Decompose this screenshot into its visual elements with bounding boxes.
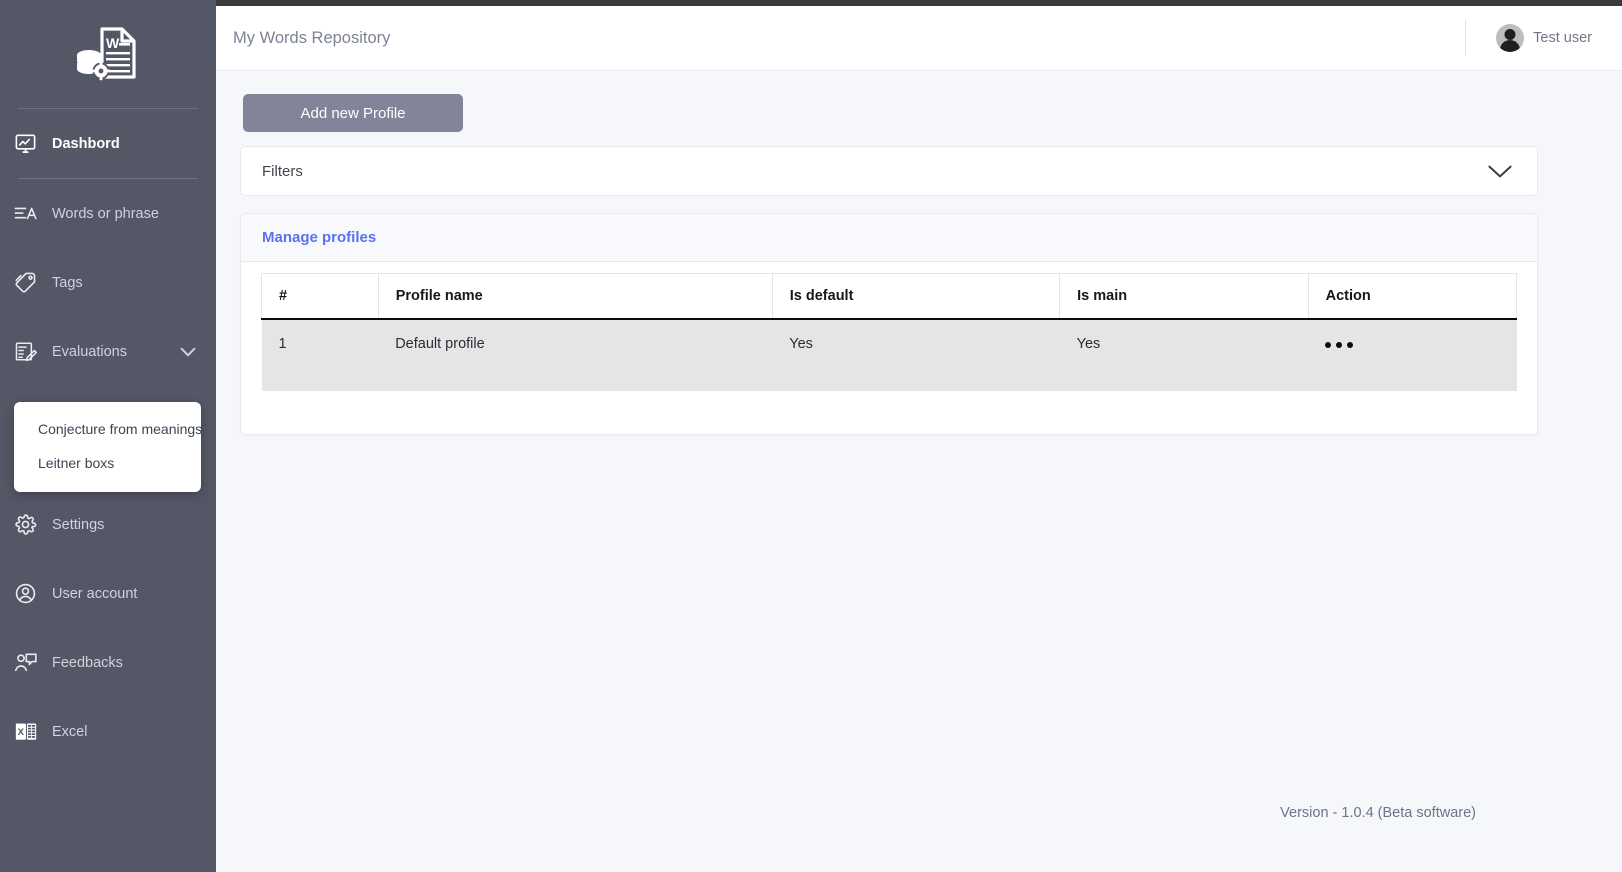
- sidebar-item-label: Tags: [52, 274, 83, 291]
- user-name-label[interactable]: Test user: [1533, 30, 1592, 46]
- sidebar-item-label: User account: [52, 585, 138, 602]
- sidebar-item-label: Excel: [52, 723, 88, 740]
- panel-header: Manage profiles: [241, 214, 1537, 262]
- user-circle-icon: [14, 582, 48, 605]
- top-header: My Words Repository Test user: [216, 6, 1622, 71]
- cell-is-default: Yes: [772, 319, 1060, 391]
- tag-icon: [14, 271, 48, 294]
- profiles-table: # Profile name Is default Is main Action…: [261, 273, 1518, 391]
- column-header-is-default: Is default: [772, 273, 1061, 320]
- column-header-profile-name: Profile name: [378, 273, 773, 320]
- cell-is-main: Yes: [1059, 319, 1309, 391]
- header-separator: [1465, 20, 1467, 56]
- column-header-index: #: [261, 273, 379, 320]
- evaluations-submenu: Conjecture from meanings Leitner boxs: [14, 402, 203, 492]
- main-content: Add new Profile Filters Manage profiles: [216, 71, 1622, 872]
- svg-text:X: X: [18, 727, 25, 738]
- add-new-profile-button[interactable]: Add new Profile: [243, 94, 463, 132]
- submenu-item-leitner-boxs[interactable]: Leitner boxs: [14, 446, 201, 480]
- submenu-item-label: Conjecture from meanings: [38, 421, 203, 437]
- sidebar: W Dashbord Words or phrase Tags Evaluati…: [0, 0, 216, 872]
- user-avatar-icon[interactable]: [1496, 24, 1525, 52]
- sidebar-item-tags[interactable]: Tags: [0, 248, 216, 317]
- excel-file-icon: X: [14, 720, 48, 743]
- submenu-item-label: Leitner boxs: [38, 455, 115, 471]
- word-document-database-icon: W: [77, 27, 136, 81]
- ellipsis-horizontal-icon[interactable]: [1325, 342, 1354, 348]
- chevron-down-icon[interactable]: [1487, 164, 1513, 179]
- sidebar-item-feedbacks[interactable]: Feedbacks: [0, 628, 216, 697]
- cell-index: 1: [261, 319, 379, 391]
- column-header-action: Action: [1308, 273, 1518, 320]
- sidebar-item-user-account[interactable]: User account: [0, 559, 216, 628]
- manage-profiles-panel: Manage profiles # Profile name Is defaul…: [240, 213, 1538, 435]
- profiles-table-wrapper: # Profile name Is default Is main Action…: [241, 262, 1537, 391]
- text-lines-a-icon: [14, 203, 48, 225]
- table-head: # Profile name Is default Is main Action: [261, 273, 1518, 320]
- sidebar-item-evaluations[interactable]: Evaluations: [0, 317, 216, 386]
- version-label: Version - 1.0.4 (Beta software): [1280, 805, 1476, 821]
- sidebar-item-label: Feedbacks: [52, 654, 123, 671]
- table-row[interactable]: 1 Default profile Yes Yes: [261, 319, 1517, 391]
- sidebar-item-dashbord[interactable]: Dashbord: [0, 109, 216, 178]
- table-header-row: # Profile name Is default Is main Action: [261, 273, 1518, 320]
- panel-title[interactable]: Manage profiles: [262, 229, 376, 246]
- sidebar-item-excel[interactable]: X Excel: [0, 697, 216, 766]
- sidebar-item-label: Settings: [52, 516, 105, 533]
- column-header-is-main: Is main: [1059, 273, 1309, 320]
- user-comment-icon: [14, 651, 48, 674]
- cell-action: [1308, 319, 1517, 391]
- submenu-item-conjecture-from-meanings[interactable]: Conjecture from meanings: [14, 412, 203, 446]
- table-body: 1 Default profile Yes Yes: [261, 319, 1517, 391]
- svg-text:W: W: [106, 35, 120, 51]
- monitor-chart-icon: [14, 132, 48, 155]
- app-logo: W: [0, 0, 216, 108]
- sidebar-item-label: Words or phrase: [52, 205, 159, 222]
- sidebar-item-label: Evaluations: [52, 343, 127, 360]
- cell-profile-name: Default profile: [378, 319, 773, 391]
- sidebar-item-label: Dashbord: [52, 135, 120, 152]
- header-user-area: Test user: [1465, 6, 1622, 70]
- sidebar-item-settings[interactable]: Settings: [0, 490, 216, 559]
- exam-paper-icon: [14, 340, 48, 363]
- filters-label: Filters: [262, 162, 303, 180]
- filters-accordion[interactable]: Filters: [240, 146, 1538, 196]
- sidebar-item-words-or-phrase[interactable]: Words or phrase: [0, 179, 216, 248]
- chevron-down-icon[interactable]: [180, 347, 196, 357]
- page-title: My Words Repository: [233, 28, 391, 47]
- gear-icon: [14, 513, 48, 536]
- app-root: W Dashbord Words or phrase Tags Evaluati…: [0, 0, 1622, 872]
